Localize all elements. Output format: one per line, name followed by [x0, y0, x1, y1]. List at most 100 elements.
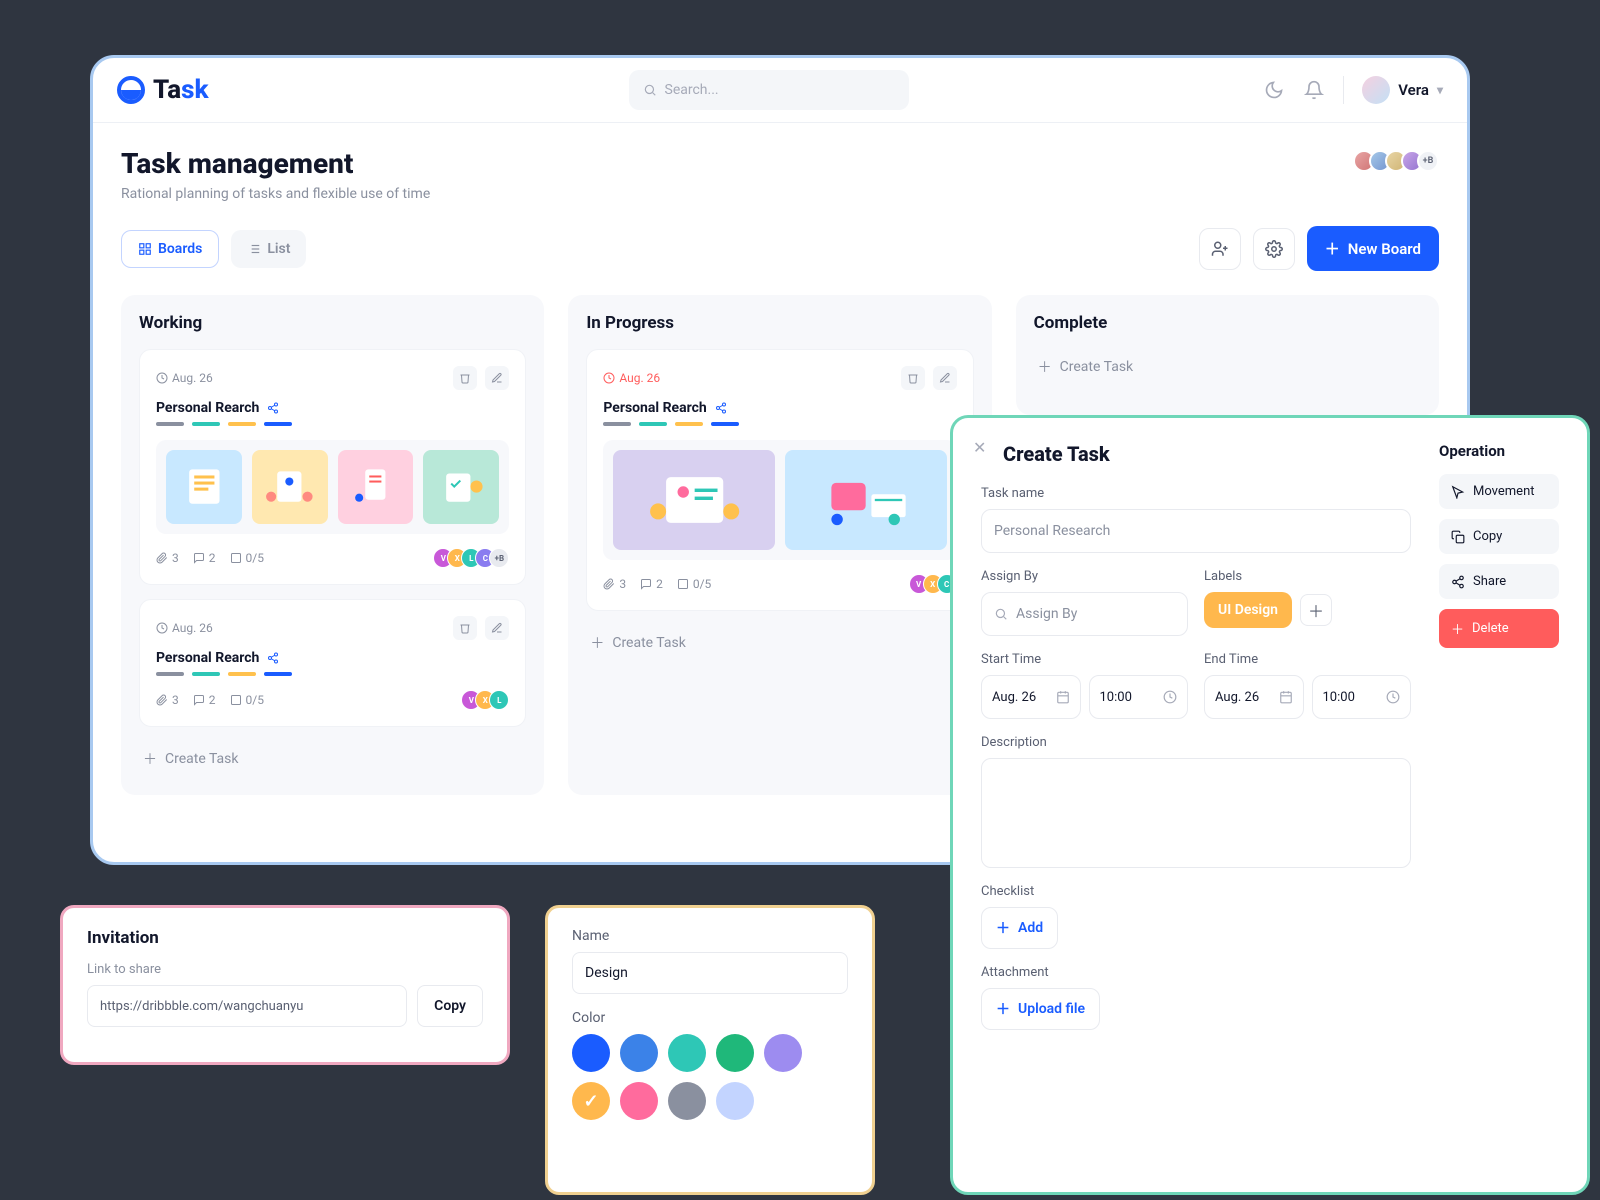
thumbnail — [338, 450, 414, 524]
label — [711, 422, 739, 426]
task-card[interactable]: Aug. 26 Personal Rearch — [586, 349, 973, 611]
color-swatch[interactable] — [668, 1082, 706, 1120]
plus-icon: ＋ — [1038, 357, 1052, 377]
comment-icon — [640, 578, 652, 590]
label — [639, 422, 667, 426]
bell-icon — [1304, 80, 1324, 100]
color-swatch[interactable] — [620, 1034, 658, 1072]
plus-icon: ＋ — [1325, 238, 1340, 259]
add-checklist-button[interactable]: ＋Add — [981, 907, 1058, 949]
color-swatches — [572, 1034, 848, 1120]
grid-icon — [138, 242, 152, 256]
gear-icon — [1265, 240, 1283, 258]
paperclip-icon — [603, 578, 615, 590]
end-date-input[interactable]: Aug. 26 — [1204, 675, 1304, 719]
card-labels — [603, 422, 956, 426]
color-swatch[interactable] — [764, 1034, 802, 1072]
cursor-icon — [1451, 485, 1465, 499]
share-icon[interactable] — [267, 652, 279, 664]
color-swatch[interactable] — [716, 1082, 754, 1120]
pencil-icon — [491, 372, 503, 384]
logo[interactable]: Task — [117, 75, 209, 105]
description-input[interactable] — [981, 758, 1411, 868]
color-swatch[interactable] — [668, 1034, 706, 1072]
invite-title: Invitation — [87, 928, 483, 948]
thumbnail — [613, 450, 775, 550]
edit-card-button[interactable] — [485, 366, 509, 390]
new-board-button[interactable]: ＋ New Board — [1307, 226, 1439, 271]
column-in-progress: In Progress Aug. 26 Personal Rearc — [568, 295, 991, 795]
check-square-icon — [230, 552, 242, 564]
create-task-button[interactable]: ＋ Create Task — [586, 625, 973, 661]
color-swatch[interactable] — [572, 1034, 610, 1072]
label — [603, 422, 631, 426]
attachments-count: 3 — [603, 577, 626, 591]
plus-icon: ＋ — [996, 999, 1010, 1019]
label — [264, 672, 292, 676]
invitation-panel: Invitation Link to share https://dribbbl… — [60, 905, 510, 1065]
task-card[interactable]: Aug. 26 Personal Rearch — [139, 349, 526, 585]
edit-card-button[interactable] — [485, 616, 509, 640]
tab-boards[interactable]: Boards — [121, 230, 219, 268]
search-placeholder: Search... — [665, 82, 719, 98]
page-title: Task management — [93, 147, 1467, 180]
pencil-icon — [939, 372, 951, 384]
tab-list[interactable]: List — [231, 230, 306, 268]
copy-button[interactable]: Copy — [1439, 519, 1559, 554]
settings-button[interactable] — [1253, 228, 1295, 270]
add-label-button[interactable]: ＋ — [1300, 594, 1332, 626]
avatar-more[interactable]: +B — [1417, 150, 1439, 172]
label-chip[interactable]: UI Design — [1204, 592, 1292, 628]
color-swatch[interactable] — [716, 1034, 754, 1072]
member-avatars[interactable]: +B — [1359, 150, 1439, 172]
upload-file-button[interactable]: ＋Upload file — [981, 988, 1100, 1030]
share-icon[interactable] — [715, 402, 727, 414]
label — [228, 672, 256, 676]
share-button[interactable]: Share — [1439, 564, 1559, 599]
card-assignees: V X L C +B — [439, 548, 509, 568]
movement-button[interactable]: Movement — [1439, 474, 1559, 509]
task-card[interactable]: Aug. 26 Personal Rearch — [139, 599, 526, 727]
delete-card-button[interactable] — [901, 366, 925, 390]
start-date-input[interactable]: Aug. 26 — [981, 675, 1081, 719]
calendar-icon — [1056, 690, 1070, 704]
create-task-button[interactable]: ＋ Create Task — [139, 741, 526, 777]
card-title: Personal Rearch — [156, 650, 509, 666]
invite-link-input[interactable]: https://dribbble.com/wangchuanyu — [87, 985, 407, 1027]
delete-button[interactable]: ＋Delete — [1439, 609, 1559, 648]
column-title: Working — [139, 313, 526, 333]
search-input[interactable]: Search... — [629, 70, 909, 110]
invite-label: Link to share — [87, 962, 483, 977]
logo-icon — [117, 76, 145, 104]
view-tabs: Boards List — [121, 230, 306, 268]
label — [192, 422, 220, 426]
color-swatch[interactable] — [620, 1082, 658, 1120]
list-icon — [247, 242, 261, 256]
color-label: Color — [572, 1010, 848, 1026]
edit-card-button[interactable] — [933, 366, 957, 390]
task-name-input[interactable]: Personal Research — [981, 509, 1411, 553]
assign-by-input[interactable]: Assign By — [981, 592, 1188, 636]
name-input[interactable]: Design — [572, 952, 848, 994]
copy-link-button[interactable]: Copy — [417, 985, 483, 1027]
create-task-button[interactable]: ＋ Create Task — [1034, 349, 1421, 385]
delete-card-button[interactable] — [453, 616, 477, 640]
close-button[interactable]: ✕ — [973, 438, 986, 457]
thumbnail — [423, 450, 499, 524]
label — [192, 672, 220, 676]
end-time-input[interactable]: 10:00 — [1312, 675, 1412, 719]
share-icon[interactable] — [267, 402, 279, 414]
notifications-button[interactable] — [1303, 79, 1325, 101]
field-label: Checklist — [981, 884, 1411, 899]
field-label: Labels — [1204, 569, 1411, 584]
theme-toggle[interactable] — [1263, 79, 1285, 101]
attachments-count: 3 — [156, 551, 179, 565]
add-member-button[interactable] — [1199, 228, 1241, 270]
card-thumbnails — [603, 440, 956, 560]
thumbnail — [785, 450, 947, 550]
start-time-input[interactable]: 10:00 — [1089, 675, 1189, 719]
delete-card-button[interactable] — [453, 366, 477, 390]
user-menu[interactable]: Vera ▾ — [1362, 76, 1443, 104]
color-swatch[interactable] — [572, 1082, 610, 1120]
clock-icon — [156, 372, 168, 384]
